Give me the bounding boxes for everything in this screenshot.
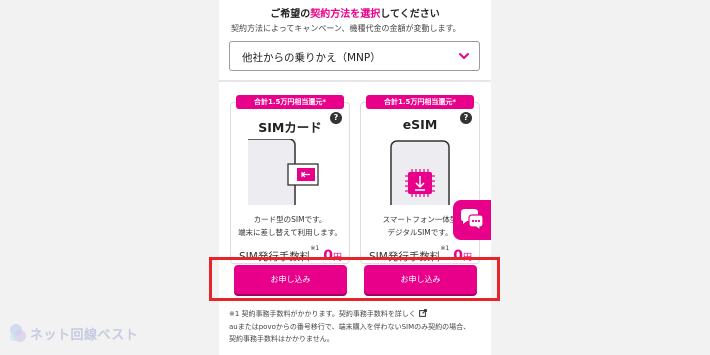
card-description: カード型のSIMです。 端末に差し替えて利用します。 <box>231 213 349 239</box>
desc-line-2: 端末に差し替えて利用します。 <box>238 228 342 237</box>
watermark-text: ネット回線ベスト <box>30 328 139 343</box>
contract-method-value: 他社からの乗りかえ（MNP） <box>242 52 381 64</box>
contract-method-select[interactable]: 他社からの乗りかえ（MNP） <box>229 41 480 71</box>
heading-prefix: ご希望の <box>270 9 311 20</box>
chat-bubbles-icon <box>461 209 484 232</box>
help-icon[interactable]: ? <box>460 112 472 124</box>
cashback-badge: 合計1.5万円相当還元* <box>366 95 474 109</box>
watermark-logo-icon <box>10 324 26 342</box>
desc-line-1: カード型のSIMです。 <box>253 215 327 224</box>
fee-footnote: ※1 <box>310 245 320 252</box>
contract-panel: ご希望の契約方法を選択してください 契約方法によってキャンペーン、機種代金の金額… <box>219 0 491 355</box>
fee-footnote: ※1 <box>440 245 450 252</box>
apply-buttons-highlight <box>209 257 500 301</box>
footnotes: ※1 契約事務手数料がかかります。契約事務手数料を詳しく auまたはpovoから… <box>229 308 470 346</box>
footnote-line-3: 契約事務手数料はかかりません。 <box>229 335 334 343</box>
heading-accent: 契約方法を選択 <box>310 9 381 20</box>
divider <box>219 80 491 82</box>
cashback-badge: 合計1.5万円相当還元* <box>236 95 344 109</box>
footnote-line-1: ※1 契約事務手数料がかかります。契約事務手数料を詳しく <box>229 308 470 321</box>
footnote-line-2: auまたはpovoからの番号移行で、端末購入を伴わないSIMのみ契約の場合、 <box>229 322 471 331</box>
page-heading: ご希望の契約方法を選択してください <box>219 5 491 20</box>
esim-phone-icon <box>390 140 450 205</box>
help-icon[interactable]: ? <box>330 112 342 124</box>
chat-button[interactable] <box>453 200 491 240</box>
sim-card-option: SIMカード ? カード型のSIMです。 端末に差し替えて利用します。 SIM発… <box>230 102 350 264</box>
heading-suffix: してください <box>380 9 440 20</box>
footnote-fee-link[interactable]: ※1 契約事務手数料がかかります。契約事務手数料を詳しく <box>229 310 416 318</box>
chevron-down-icon <box>459 53 469 59</box>
external-link-icon[interactable] <box>418 309 427 317</box>
subtext: 契約方法によってキャンペーン、機種代金の金額が変動します。 <box>231 24 461 33</box>
sim-card-icon <box>248 139 319 205</box>
